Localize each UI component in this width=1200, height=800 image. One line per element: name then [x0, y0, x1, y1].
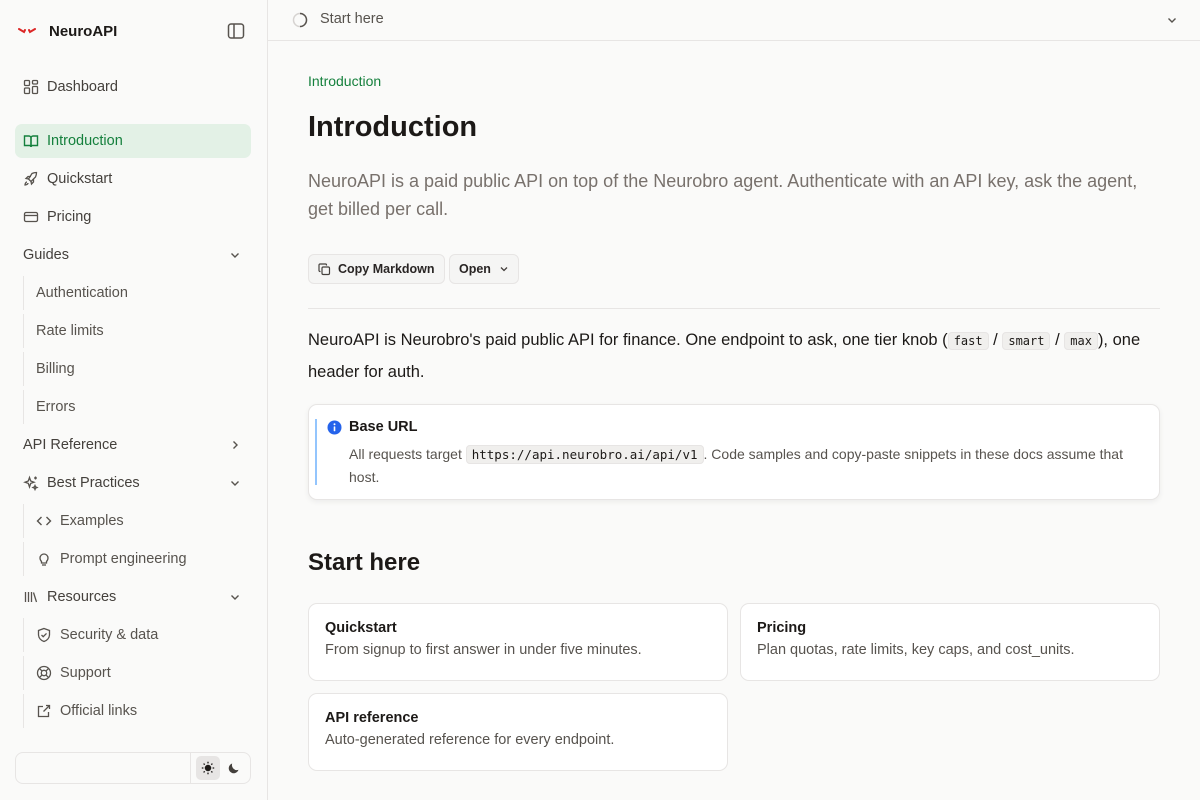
- sidebar-item-authentication[interactable]: Authentication: [23, 276, 251, 310]
- card-pricing[interactable]: Pricing Plan quotas, rate limits, key ca…: [740, 603, 1160, 681]
- para-text: NeuroAPI is Neurobro's paid public API f…: [308, 331, 948, 349]
- sidebar-item-introduction[interactable]: Introduction: [15, 124, 251, 158]
- base-url-callout: Base URL All requests target https://api…: [308, 404, 1160, 500]
- sidebar-item-prompt-engineering[interactable]: Prompt engineering: [23, 542, 251, 576]
- sidebar-item-pricing[interactable]: Pricing: [15, 200, 251, 234]
- sidebar-item-label: Official links: [60, 703, 138, 719]
- grid-icon: [23, 79, 39, 95]
- sidebar-item-label: Prompt engineering: [60, 551, 187, 567]
- brand[interactable]: NeuroAPI: [18, 18, 117, 44]
- divider: [308, 308, 1160, 309]
- sidebar-item-label: Guides: [23, 247, 69, 263]
- open-dropdown-button[interactable]: Open: [449, 254, 519, 284]
- page-title: Introduction: [308, 111, 478, 143]
- intro-paragraph: NeuroAPI is Neurobro's paid public API f…: [308, 325, 1160, 388]
- sidebar-item-label: Resources: [47, 589, 117, 605]
- external-link-icon: [37, 704, 51, 718]
- section-eyebrow: Introduction: [308, 73, 382, 89]
- sparkles-icon: [23, 475, 39, 491]
- tier-fast-code: fast: [947, 332, 989, 350]
- card-quickstart[interactable]: Quickstart From signup to first answer i…: [308, 603, 728, 681]
- loading-spinner-icon: [292, 12, 308, 28]
- open-label: Open: [459, 262, 491, 276]
- sidebar-item-dashboard[interactable]: Dashboard: [15, 70, 251, 104]
- sidebar-item-security-data[interactable]: Security & data: [23, 618, 251, 652]
- page-lead: NeuroAPI is a paid public API on top of …: [308, 171, 1138, 219]
- code-icon: [36, 516, 52, 526]
- neuroapi-logo-icon: [18, 28, 36, 34]
- sidebar-item-label: Introduction: [47, 133, 123, 149]
- credit-card-icon: [23, 211, 39, 223]
- card-title: Pricing: [757, 620, 807, 636]
- moon-icon: [228, 763, 239, 774]
- chevron-right-icon: [233, 441, 238, 449]
- sidebar-item-quickstart[interactable]: Quickstart: [15, 162, 251, 196]
- dark-theme-button[interactable]: [222, 756, 246, 780]
- sidebar-item-label: Examples: [60, 513, 124, 529]
- sidebar-item-label: Authentication: [36, 285, 128, 301]
- chevron-down-icon: [231, 481, 239, 486]
- chevron-down-icon: [231, 253, 239, 258]
- light-theme-button[interactable]: [196, 756, 220, 780]
- library-icon: [24, 592, 38, 603]
- theme-switcher: [15, 752, 251, 784]
- sidebar-item-support[interactable]: Support: [23, 656, 251, 690]
- brand-name: NeuroAPI: [49, 22, 118, 40]
- sidebar-group-api-reference[interactable]: API Reference: [15, 428, 251, 462]
- sidebar-item-label: Billing: [36, 361, 75, 377]
- tier-smart-code: smart: [1002, 332, 1051, 350]
- card-description: Plan quotas, rate limits, key caps, and …: [757, 642, 1075, 658]
- sidebar-group-resources[interactable]: Resources: [15, 580, 251, 614]
- section-title: Start here: [308, 549, 421, 576]
- card-title: API reference: [325, 710, 419, 726]
- sidebar-item-label: Best Practices: [47, 475, 140, 491]
- card-description: From signup to first answer in under fiv…: [325, 642, 642, 658]
- sidebar-item-label: Errors: [36, 399, 76, 415]
- sidebar-group-guides[interactable]: Guides: [15, 238, 251, 272]
- chevron-down-icon[interactable]: [1166, 14, 1178, 26]
- tier-max-code: max: [1064, 332, 1098, 350]
- theme-divider: [190, 753, 191, 783]
- callout-accent-bar: [315, 419, 317, 485]
- sidebar-item-label: Pricing: [47, 209, 92, 225]
- chevron-down-icon: [500, 267, 508, 272]
- breadcrumb[interactable]: Start here: [320, 11, 384, 27]
- sidebar-item-label: Support: [60, 665, 111, 681]
- card-title: Quickstart: [325, 620, 397, 636]
- sidebar-group-best-practices[interactable]: Best Practices: [15, 466, 251, 500]
- copy-icon: [318, 262, 331, 275]
- life-buoy-icon: [36, 665, 52, 681]
- sidebar-toggle-icon[interactable]: [226, 21, 246, 41]
- base-url-code: https://api.neurobro.ai/api/v1: [465, 445, 704, 464]
- card-description: Auto-generated reference for every endpo…: [325, 732, 615, 748]
- sidebar-item-label: Dashboard: [47, 79, 118, 95]
- sidebar: NeuroAPI Dashboard Introduction Quicksta…: [0, 0, 268, 800]
- card-api-reference[interactable]: API reference Auto-generated reference f…: [308, 693, 728, 771]
- sidebar-item-label: API Reference: [23, 437, 118, 453]
- sidebar-item-billing[interactable]: Billing: [23, 352, 251, 386]
- lightbulb-icon: [39, 553, 49, 566]
- sidebar-item-label: Quickstart: [47, 171, 113, 187]
- callout-title: Base URL: [349, 419, 418, 435]
- para-sep: /: [988, 331, 1003, 349]
- sidebar-item-examples[interactable]: Examples: [23, 504, 251, 538]
- book-open-icon: [23, 135, 39, 148]
- chevron-down-icon: [231, 595, 239, 600]
- copy-markdown-label: Copy Markdown: [338, 262, 435, 276]
- shield-check-icon: [37, 627, 51, 643]
- sidebar-item-official-links[interactable]: Official links: [23, 694, 251, 728]
- para-sep: /: [1050, 331, 1065, 349]
- callout-body: All requests target https://api.neurobro…: [349, 443, 1139, 488]
- copy-markdown-button[interactable]: Copy Markdown: [308, 254, 445, 284]
- topbar: Start here: [268, 0, 1200, 41]
- rocket-icon: [24, 171, 38, 186]
- sidebar-item-label: Security & data: [60, 627, 159, 643]
- callout-text: All requests target: [349, 446, 466, 462]
- sun-icon: [201, 761, 215, 775]
- sidebar-item-label: Rate limits: [36, 323, 104, 339]
- info-icon: [327, 420, 342, 435]
- sidebar-item-errors[interactable]: Errors: [23, 390, 251, 424]
- sidebar-item-rate-limits[interactable]: Rate limits: [23, 314, 251, 348]
